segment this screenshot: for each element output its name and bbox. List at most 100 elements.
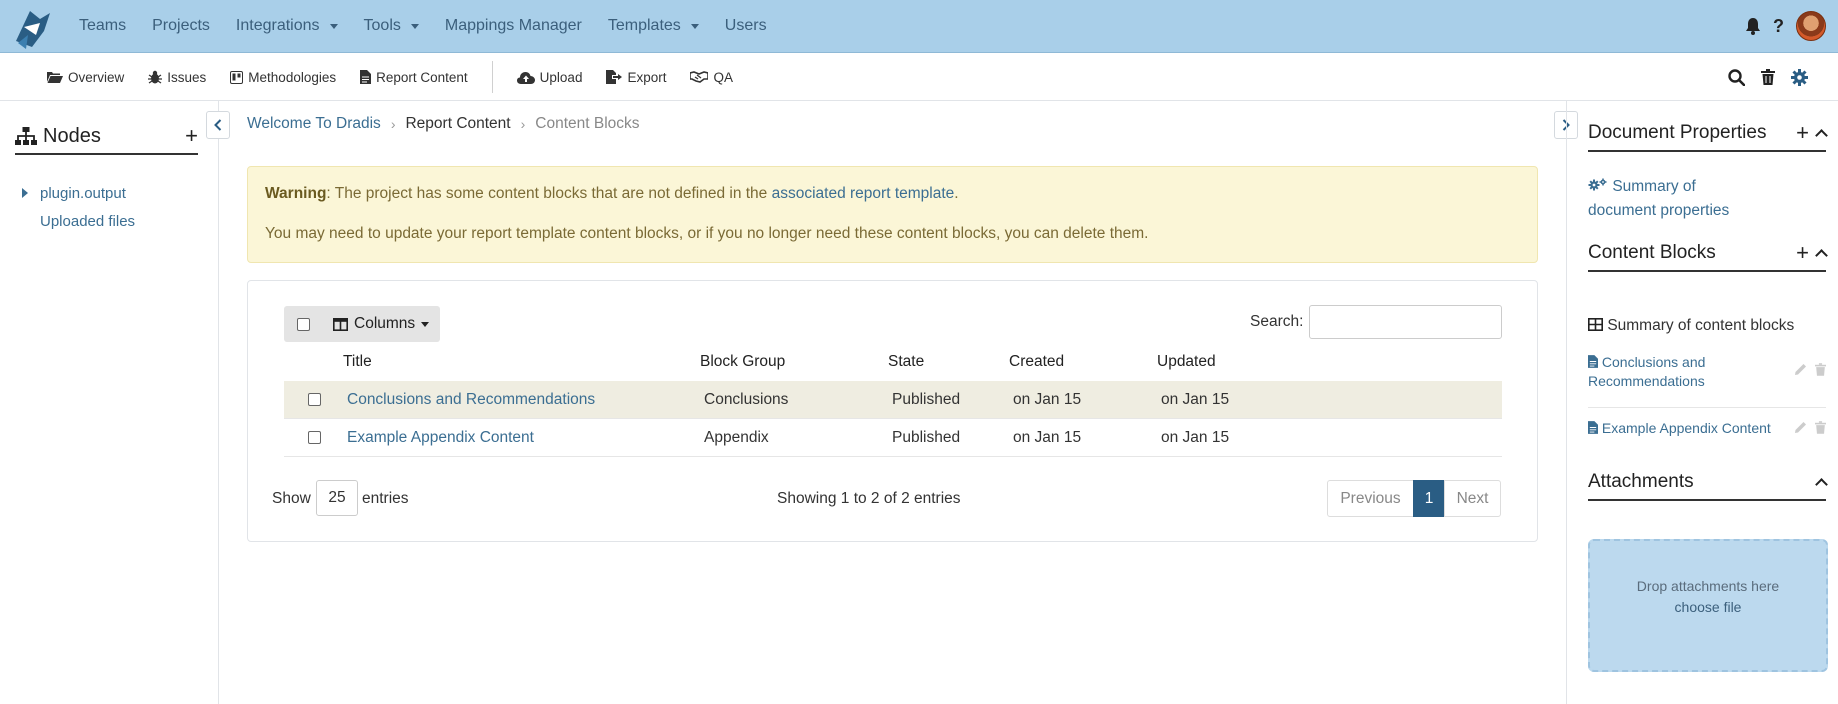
subnav-issues[interactable]: Issues — [136, 70, 218, 85]
chevron-left-icon — [214, 119, 222, 131]
expand-triangle-icon[interactable] — [22, 188, 28, 198]
chevron-up-icon[interactable] — [1815, 478, 1828, 491]
row-block-group: Conclusions — [704, 391, 789, 408]
table-toolbar: Columns — [284, 306, 440, 342]
table-info: Showing 1 to 2 of 2 entries — [777, 490, 961, 507]
associated-template-link[interactable]: associated report template — [772, 185, 955, 202]
header-created[interactable]: Created — [1009, 353, 1064, 371]
nav-mappings-manager[interactable]: Mappings Manager — [432, 17, 595, 35]
table-icon — [1588, 318, 1603, 331]
nodes-title: Nodes — [43, 124, 101, 147]
search-icon[interactable] — [1728, 68, 1745, 86]
document-properties-summary-link[interactable]: Summary of document properties — [1588, 175, 1729, 223]
row-block-group: Appendix — [704, 429, 769, 446]
subnav-report-content[interactable]: Report Content — [348, 70, 480, 85]
breadcrumb-project[interactable]: Welcome To Dradis — [247, 115, 381, 133]
header-state[interactable]: State — [888, 353, 924, 371]
alert-line-1: Warning: The project has some content bl… — [265, 185, 959, 202]
subnav-methodologies[interactable]: Methodologies — [218, 70, 348, 85]
content-blocks-title: Content Blocks — [1588, 242, 1716, 263]
columns-dropdown-button[interactable]: Columns — [333, 315, 430, 333]
node-item[interactable]: plugin.output — [22, 179, 135, 207]
header-title[interactable]: Title — [343, 353, 372, 371]
trash-icon[interactable] — [1761, 69, 1775, 85]
edit-pencil-icon[interactable] — [1794, 421, 1807, 434]
pagination: Previous 1 Next — [1327, 480, 1501, 517]
nav-teams[interactable]: Teams — [66, 17, 139, 35]
delete-trash-icon[interactable] — [1815, 421, 1826, 434]
attachments-dropzone[interactable]: Drop attachments here choose file — [1588, 539, 1828, 672]
breadcrumb-report-content[interactable]: Report Content — [405, 115, 510, 133]
node-link[interactable]: Uploaded files — [40, 213, 135, 230]
cogs-icon — [1588, 178, 1607, 191]
bell-icon[interactable] — [1745, 17, 1761, 35]
dropzone-text: Drop attachments here — [1636, 578, 1780, 594]
handshake-icon — [690, 71, 709, 83]
report-sidebar: Document Properties + Summary of documen… — [1566, 101, 1838, 704]
project-subnav: Overview Issues Methodologies Report Con… — [0, 53, 1838, 101]
row-state: Published — [892, 429, 961, 446]
previous-page-button[interactable]: Previous — [1327, 480, 1414, 517]
file-text-icon — [1588, 355, 1598, 368]
row-title-link[interactable]: Conclusions and Recommendations — [347, 391, 595, 409]
chevron-up-icon[interactable] — [1815, 129, 1828, 142]
page-1-button[interactable]: 1 — [1413, 480, 1445, 517]
content-blocks-summary-link[interactable]: Summary of content blocks — [1588, 314, 1794, 338]
node-link[interactable]: plugin.output — [40, 185, 126, 202]
caret-down-icon — [690, 23, 699, 29]
folder-open-icon — [47, 72, 63, 83]
nav-tools-dropdown[interactable]: Tools — [351, 17, 432, 35]
page-size-select[interactable]: 25 — [316, 480, 358, 516]
nav-users[interactable]: Users — [712, 17, 780, 35]
add-document-property-button[interactable]: + — [1796, 122, 1809, 144]
content-block-item[interactable]: Conclusions and Recommendations — [1588, 353, 1826, 391]
next-page-button[interactable]: Next — [1444, 480, 1501, 517]
row-state: Published — [892, 391, 961, 408]
attachments-header: Attachments — [1588, 465, 1828, 501]
subnav-upload[interactable]: Upload — [505, 70, 595, 85]
choose-file-link[interactable]: choose file — [1590, 599, 1826, 615]
table-row[interactable]: Example Appendix Content Appendix Publis… — [284, 419, 1502, 457]
header-updated[interactable]: Updated — [1157, 353, 1216, 371]
subnav-export[interactable]: Export — [594, 70, 678, 85]
alert-line-2: You may need to update your report templ… — [265, 225, 1149, 242]
nodes-header: Nodes + — [15, 119, 198, 155]
entries-label: entries — [362, 490, 409, 507]
subnav-overview[interactable]: Overview — [35, 70, 136, 85]
gear-icon[interactable] — [1791, 68, 1808, 86]
user-avatar[interactable] — [1796, 11, 1826, 41]
table-row[interactable]: Conclusions and Recommendations Conclusi… — [284, 381, 1502, 419]
select-all-checkbox[interactable] — [297, 317, 310, 331]
add-node-button[interactable]: + — [185, 125, 198, 147]
content-block-item[interactable]: Example Appendix Content — [1588, 419, 1826, 438]
breadcrumb-separator: › — [520, 116, 526, 132]
edit-pencil-icon[interactable] — [1794, 363, 1807, 376]
caret-down-icon — [329, 23, 338, 29]
help-icon[interactable]: ? — [1773, 16, 1784, 37]
main-nav: Teams Projects Integrations Tools Mappin… — [66, 0, 780, 52]
top-navbar: Teams Projects Integrations Tools Mappin… — [0, 0, 1838, 53]
table-search-input[interactable] — [1309, 305, 1502, 339]
header-block-group[interactable]: Block Group — [700, 353, 785, 371]
caret-down-icon — [410, 23, 419, 29]
add-content-block-button[interactable]: + — [1796, 242, 1809, 264]
row-checkbox[interactable] — [308, 431, 321, 444]
nav-integrations-dropdown[interactable]: Integrations — [223, 17, 351, 35]
collapse-left-sidebar-button[interactable] — [206, 111, 230, 139]
row-updated: on Jan 15 — [1161, 429, 1230, 446]
chevron-up-icon[interactable] — [1815, 249, 1828, 262]
row-updated: on Jan 15 — [1161, 391, 1230, 408]
document-properties-header: Document Properties + — [1588, 116, 1828, 152]
caret-down-icon — [421, 321, 430, 327]
subnav-qa[interactable]: QA — [678, 70, 745, 85]
node-item[interactable]: Uploaded files — [22, 207, 135, 235]
nav-projects[interactable]: Projects — [139, 17, 223, 35]
dradis-logo[interactable] — [10, 5, 54, 51]
row-title-link[interactable]: Example Appendix Content — [347, 429, 534, 447]
row-checkbox[interactable] — [308, 393, 321, 406]
delete-trash-icon[interactable] — [1815, 363, 1826, 376]
breadcrumb-current: Content Blocks — [535, 115, 640, 132]
file-export-icon — [606, 70, 623, 84]
content-blocks-header: Content Blocks + — [1588, 236, 1828, 272]
nav-templates-dropdown[interactable]: Templates — [595, 17, 712, 35]
